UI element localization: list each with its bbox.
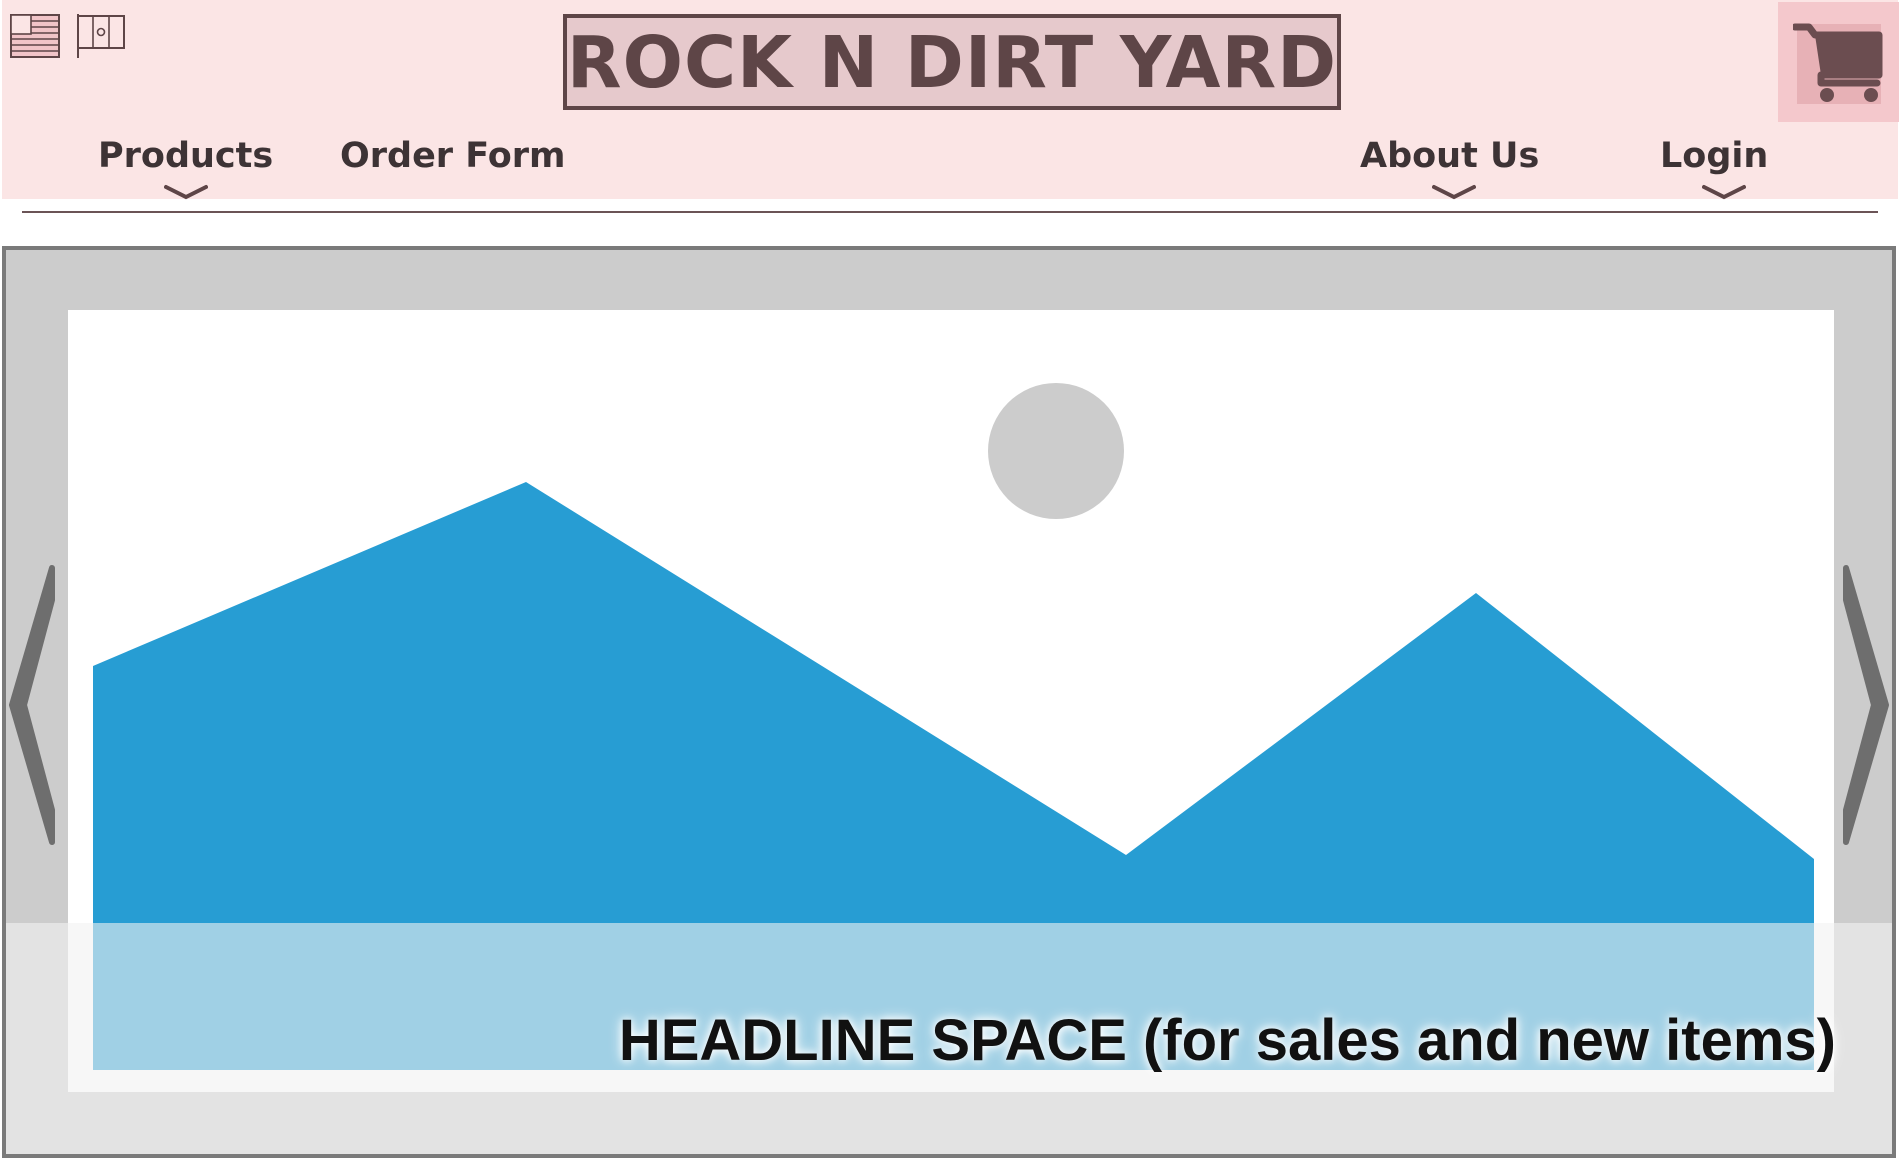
shopping-cart-icon [1793,23,1883,102]
hero-carousel[interactable]: HEADLINE SPACE (for sales and new items) [2,246,1896,1158]
nav-products-label: Products [98,136,274,176]
nav-products[interactable]: Products [98,139,273,174]
us-flag-icon[interactable] [10,14,60,58]
nav-about-us-label: About Us [1360,136,1540,176]
chevron-down-icon[interactable] [1432,184,1476,200]
page: ROCK N DIRT YARD Products Order Form Abo… [0,0,1900,1172]
chevron-down-icon[interactable] [164,184,208,200]
site-logo[interactable]: ROCK N DIRT YARD [563,14,1341,110]
nav-order-form-label: Order Form [340,136,566,176]
site-header: ROCK N DIRT YARD Products Order Form Abo… [2,0,1899,200]
chevron-left-icon[interactable] [6,560,66,850]
cart-button[interactable] [1778,2,1899,122]
carousel-headline[interactable]: HEADLINE SPACE (for sales and new items) [619,1012,1836,1070]
header-divider [22,211,1878,213]
nav-login[interactable]: Login [1660,139,1768,174]
nav-about-us[interactable]: About Us [1360,139,1539,174]
mx-flag-icon[interactable] [76,14,126,58]
nav-login-label: Login [1660,136,1769,176]
chevron-right-icon[interactable] [1832,560,1892,850]
nav-order-form[interactable]: Order Form [340,139,566,174]
logo-text: ROCK N DIRT YARD [566,20,1338,104]
chevron-down-icon[interactable] [1702,184,1746,200]
